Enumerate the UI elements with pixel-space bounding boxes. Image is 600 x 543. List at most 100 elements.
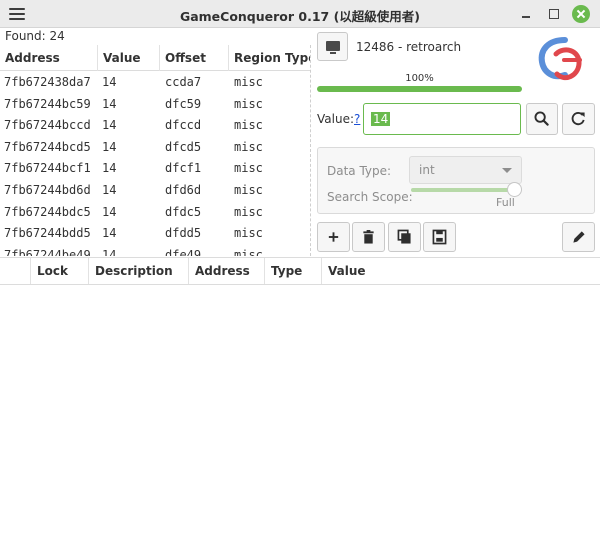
result-value-cell: 14	[102, 247, 117, 256]
table-row[interactable]: 7fb67244bc59 14 dfc59 misc	[0, 94, 310, 116]
result-offset-cell: ccda7	[165, 75, 202, 89]
result-region-cell: misc	[234, 161, 263, 176]
copy-button[interactable]	[388, 222, 421, 252]
result-region-cell: misc	[234, 75, 263, 89]
cheat-list-body[interactable]	[0, 286, 600, 543]
result-offset-cell: dfe49	[165, 247, 202, 256]
cheat-column-type[interactable]: Type	[265, 258, 322, 284]
value-input[interactable]: 14	[363, 103, 521, 135]
maximize-icon[interactable]	[545, 5, 563, 23]
data-type-value: int	[419, 163, 435, 177]
result-value-cell: 14	[102, 226, 117, 241]
chevron-down-icon	[502, 168, 512, 173]
progress-fill	[317, 86, 522, 92]
cheat-column-address[interactable]: Address	[189, 258, 265, 284]
search-scope-label: Search Scope:	[327, 190, 413, 204]
value-label: Value:	[317, 112, 354, 126]
table-row[interactable]: 7fb67244bdc5 14 dfdc5 misc	[0, 202, 310, 224]
results-rows: 7fb672438da7 14 ccda7 misc 7fb67244bc59 14 dfc…	[0, 72, 310, 256]
select-process-button[interactable]	[317, 32, 348, 61]
search-icon	[534, 111, 549, 126]
table-row[interactable]: 7fb67244bccd 14 dfccd misc	[0, 115, 310, 137]
result-value-cell: 14	[102, 118, 117, 133]
result-offset-cell: dfcf1	[165, 161, 202, 176]
close-icon[interactable]	[572, 5, 590, 23]
cheat-column-spacer	[0, 258, 31, 284]
result-address-cell: 7fb67244bdd5	[4, 226, 91, 241]
cheat-column-lock[interactable]: Lock	[31, 258, 89, 284]
result-offset-cell: dfdd5	[165, 226, 202, 241]
result-offset-cell: dfccd	[165, 118, 202, 133]
search-options-panel: Data Type: int Search Scope: Full	[317, 147, 595, 214]
add-cheat-button[interactable]	[317, 222, 350, 252]
result-address-cell: 7fb672438da7	[4, 75, 91, 89]
process-label: 12486 - retroarch	[356, 40, 462, 54]
cheat-column-value[interactable]: Value	[322, 258, 600, 284]
column-header-region-type[interactable]: Region Type	[229, 45, 310, 71]
result-address-cell: 7fb67244bcf1	[4, 161, 91, 176]
found-count: Found: 24	[5, 29, 65, 43]
result-region-cell: misc	[234, 182, 263, 197]
result-value-cell: 14	[102, 182, 117, 197]
result-address-cell: 7fb67244bd6d	[4, 182, 91, 197]
result-address-cell: 7fb67244bc59	[4, 96, 91, 111]
result-address-cell: 7fb67244bdc5	[4, 204, 91, 219]
save-icon	[432, 229, 447, 245]
value-help-link[interactable]: ?	[354, 112, 360, 126]
result-offset-cell: dfc59	[165, 96, 202, 111]
result-region-cell: misc	[234, 204, 263, 219]
cheat-column-description[interactable]: Description	[89, 258, 189, 284]
table-row[interactable]: 7fb67244be49 14 dfe49 misc	[0, 245, 310, 256]
column-header-value[interactable]: Value	[98, 45, 160, 71]
window-title: GameConqueror 0.17 (以超級使用者)	[179, 9, 421, 24]
copy-icon	[397, 229, 411, 244]
gameconqueror-logo	[538, 37, 582, 81]
trash-icon	[363, 230, 374, 244]
search-scope-slider[interactable]	[411, 188, 519, 192]
search-scope-slider-handle[interactable]	[507, 182, 522, 197]
result-region-cell: misc	[234, 247, 263, 256]
save-button[interactable]	[423, 222, 456, 252]
result-value-cell: 14	[102, 139, 117, 154]
table-row[interactable]: 7fb67244bcf1 14 dfcf1 misc	[0, 158, 310, 180]
result-address-cell: 7fb67244be49	[4, 247, 91, 256]
hamburger-icon[interactable]	[9, 8, 25, 20]
result-offset-cell: dfd6d	[165, 182, 202, 197]
column-header-address[interactable]: Address	[0, 45, 98, 71]
data-type-label: Data Type:	[327, 164, 392, 178]
minimize-icon[interactable]	[517, 5, 535, 23]
edit-button[interactable]	[562, 222, 595, 252]
result-value-cell: 14	[102, 161, 117, 176]
reset-button[interactable]	[562, 103, 595, 135]
table-row[interactable]: 7fb67244bcd5 14 dfcd5 misc	[0, 137, 310, 159]
result-value-cell: 14	[102, 75, 117, 89]
result-region-cell: misc	[234, 226, 263, 241]
column-header-offset[interactable]: Offset	[160, 45, 229, 71]
result-region-cell: misc	[234, 139, 263, 154]
result-offset-cell: dfdc5	[165, 204, 202, 219]
table-row[interactable]: 7fb67244bdd5 14 dfdd5 misc	[0, 223, 310, 245]
cheat-list-header: Lock Description Address Type Value	[0, 257, 600, 285]
data-type-select[interactable]: int	[409, 156, 522, 184]
progress-label: 100%	[405, 73, 434, 84]
table-row[interactable]: 7fb67244bd6d 14 dfd6d misc	[0, 180, 310, 202]
edit-icon	[573, 231, 585, 243]
result-address-cell: 7fb67244bcd5	[4, 139, 91, 154]
search-button[interactable]	[526, 103, 558, 135]
search-scope-value: Full	[496, 196, 515, 209]
result-value-cell: 14	[102, 204, 117, 219]
result-offset-cell: dfcd5	[165, 139, 202, 154]
plus-icon	[328, 232, 339, 242]
value-input-text: 14	[371, 112, 391, 126]
monitor-icon	[326, 41, 340, 54]
scan-progress-bar	[317, 86, 522, 92]
result-value-cell: 14	[102, 96, 117, 111]
result-address-cell: 7fb67244bccd	[4, 118, 91, 133]
delete-button[interactable]	[352, 222, 385, 252]
refresh-icon	[571, 112, 585, 126]
title-bar: GameConqueror 0.17 (以超級使用者)	[0, 0, 600, 28]
results-table[interactable]: Address Value Offset Region Type 7fb6724…	[0, 45, 311, 256]
results-header: Address Value Offset Region Type	[0, 45, 310, 71]
table-row[interactable]: 7fb672438da7 14 ccda7 misc	[0, 72, 310, 94]
result-region-cell: misc	[234, 96, 263, 111]
